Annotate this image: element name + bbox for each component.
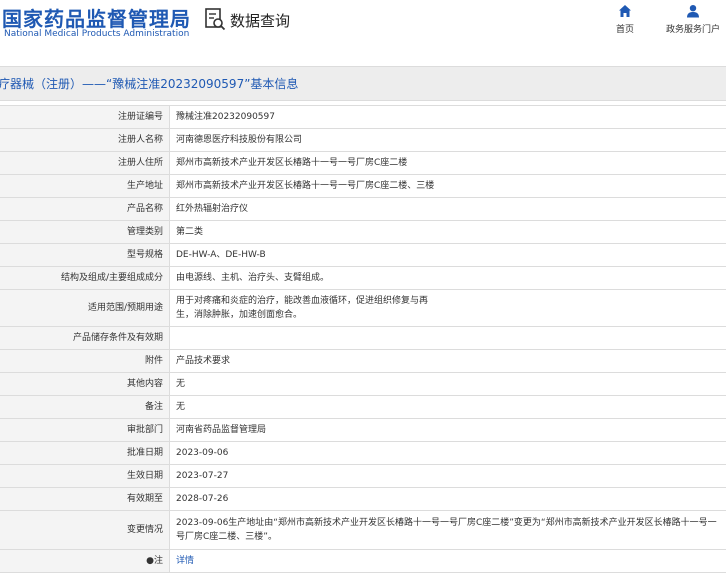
field-label: 生效日期 <box>0 464 170 488</box>
field-value-text: 用于对疼痛和炎症的治疗，能改善血液循环，促进组织修复与再生，消除肿胀，加速创面愈… <box>176 296 429 320</box>
field-label: 型号规格 <box>0 243 170 267</box>
field-value: 无 <box>169 395 726 419</box>
table-row: 注册人名称 河南德恩医疗科技股份有限公司 <box>0 128 726 152</box>
table-row: 生效日期 2023-07-27 <box>0 464 726 488</box>
table-row: 备注无 <box>0 395 726 419</box>
field-label: 有效期至 <box>0 487 170 511</box>
field-value: 由电源线、主机、治疗头、支臂组成。 <box>169 266 726 290</box>
nav-service-portal[interactable]: 政务服务门户 <box>666 4 720 35</box>
table-row: 结构及组成/主要组成成分 由电源线、主机、治疗头、支臂组成。 <box>0 266 726 290</box>
field-value: 红外热辐射治疗仪 <box>169 197 726 221</box>
table-row: 批准日期 2023-09-06 <box>0 441 726 465</box>
field-value: 用于对疼痛和炎症的治疗，能改善血液循环，促进组织修复与再生，消除肿胀，加速创面愈… <box>169 289 726 327</box>
field-label: 管理类别 <box>0 220 170 244</box>
field-label: 批准日期 <box>0 441 170 465</box>
table-row: 其他内容无 <box>0 372 726 396</box>
field-value: 2023-07-27 <box>169 464 726 488</box>
field-label: ●注 <box>0 549 170 573</box>
field-value <box>169 326 726 350</box>
field-label: 产品名称 <box>0 197 170 221</box>
field-value: 河南德恩医疗科技股份有限公司 <box>169 128 726 152</box>
title-bar: 医疗器械（注册）——“豫械注准20232090597”基本信息 <box>0 66 726 101</box>
table-row: 审批部门 河南省药品监督管理局 <box>0 418 726 442</box>
page-title: 医疗器械（注册）——“豫械注准20232090597”基本信息 <box>0 77 299 91</box>
field-label: 生产地址 <box>0 174 170 198</box>
field-label: 注册人住所 <box>0 151 170 175</box>
logo-title[interactable]: 国家药品监督管理局 <box>2 3 191 32</box>
nav-home-label: 首页 <box>616 25 635 35</box>
field-value: 第二类 <box>169 220 726 244</box>
table-row: 变更情况 2023-09-06生产地址由“郑州市高新技术产业开发区长椿路十一号一号… <box>0 510 726 550</box>
field-value: 无 <box>169 372 726 396</box>
field-value: 豫械注准20232090597 <box>169 105 726 129</box>
site-header: 国家药品监督管理局 National Medical Products Admi… <box>0 0 726 52</box>
field-value: 河南省药品监督管理局 <box>169 418 726 442</box>
field-label: 其他内容 <box>0 372 170 396</box>
table-row: 注册人住所 郑州市高新技术产业开发区长椿路十一号一号厂房C座二楼 <box>0 151 726 175</box>
data-query-label: 数据查询 <box>230 11 291 30</box>
note-label: 注 <box>153 556 163 566</box>
table-row: 附件 产品技术要求 <box>0 349 726 373</box>
field-value: 郑州市高新技术产业开发区长椿路十一号一号厂房C座二楼、三楼 <box>169 174 726 198</box>
marker-icon: ● <box>146 556 154 566</box>
field-label: 变更情况 <box>0 510 170 550</box>
data-query-section[interactable]: 数据查询 <box>204 8 290 32</box>
details-link[interactable]: 详情 <box>176 556 194 566</box>
nav-home[interactable]: 首页 <box>616 4 634 35</box>
field-value: 2023-09-06 <box>169 441 726 465</box>
table-row: 型号规格 DE-HW-A、DE-HW-B <box>0 243 726 267</box>
field-value: 产品技术要求 <box>169 349 726 373</box>
logo-subtitle: National Medical Products Administration <box>4 29 190 39</box>
field-label: 审批部门 <box>0 418 170 442</box>
field-label: 备注 <box>0 395 170 419</box>
field-label: 注册人名称 <box>0 128 170 152</box>
table-row: 适用范围/预期用途 用于对疼痛和炎症的治疗，能改善血液循环，促进组织修复与再生，消… <box>0 289 726 327</box>
table-row: 注册证编号 豫械注准20232090597 <box>0 105 726 129</box>
table-row: 管理类别 第二类 <box>0 220 726 244</box>
field-value: 详情 <box>169 549 726 573</box>
field-label: 附件 <box>0 349 170 373</box>
table-row: 有效期至 2028-07-26 <box>0 487 726 511</box>
search-document-icon <box>205 8 226 31</box>
table-row: ●注 详情 <box>0 549 726 573</box>
table-row: 产品名称 红外热辐射治疗仪 <box>0 197 726 221</box>
field-label: 结构及组成/主要组成成分 <box>0 266 170 290</box>
nav-service-label: 政务服务门户 <box>666 25 721 35</box>
detail-table: 注册证编号 豫械注准20232090597 注册人名称 河南德恩医疗科技股份有限公司… <box>0 105 726 573</box>
home-icon <box>619 5 631 17</box>
field-label: 适用范围/预期用途 <box>0 289 170 327</box>
field-value: 2028-07-26 <box>169 487 726 511</box>
user-icon <box>687 5 699 18</box>
field-label: 注册证编号 <box>0 105 170 129</box>
field-label: 产品储存条件及有效期 <box>0 326 170 350</box>
table-row: 产品储存条件及有效期 <box>0 326 726 350</box>
field-value: 郑州市高新技术产业开发区长椿路十一号一号厂房C座二楼 <box>169 151 726 175</box>
field-value: DE-HW-A、DE-HW-B <box>169 243 726 267</box>
field-value: 2023-09-06生产地址由“郑州市高新技术产业开发区长椿路十一号一号厂房C座… <box>169 510 726 550</box>
table-row: 生产地址 郑州市高新技术产业开发区长椿路十一号一号厂房C座二楼、三楼 <box>0 174 726 198</box>
